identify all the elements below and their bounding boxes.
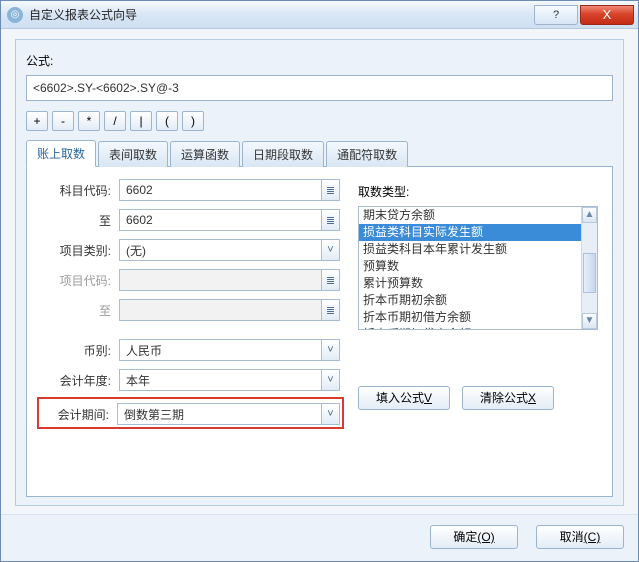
menu-icon[interactable]: ≣ (321, 210, 339, 230)
operator-button-1[interactable]: - (52, 111, 74, 131)
dialog-window: ◎ 自定义报表公式向导 ? X 公式: <6602>.SY-<6602>.SY@… (0, 0, 639, 562)
list-item[interactable]: 期末贷方余额 (359, 207, 597, 224)
content-area: 公式: <6602>.SY-<6602>.SY@-3 +-*/|() 账上取数表… (1, 29, 638, 514)
list-item[interactable]: 折本币期初贷方余额 (359, 326, 597, 330)
chevron-down-icon[interactable]: ˅ (321, 340, 339, 360)
pick-type-listbox[interactable]: 期末贷方余额损益类科目实际发生额损益类科目本年累计发生额预算数累计预算数折本币期… (358, 206, 598, 330)
subject_code-input[interactable]: 6602≣ (119, 179, 340, 201)
tab-body: 科目代码:6602≣至6602≣项目类别:(无)˅项目代码:≣至≣币别:人民币˅… (26, 167, 613, 497)
scroll-track[interactable] (582, 223, 597, 313)
fiscal_period-input[interactable]: 倒数第三期˅ (117, 403, 340, 425)
form-column: 科目代码:6602≣至6602≣项目类别:(无)˅项目代码:≣至≣币别:人民币˅… (41, 179, 340, 484)
item_type-label: 项目类别: (41, 242, 111, 259)
list-item[interactable]: 折本币期初余额 (359, 292, 597, 309)
list-item[interactable]: 折本币期初借方余额 (359, 309, 597, 326)
scrollbar[interactable]: ▲ ▼ (581, 207, 597, 329)
fiscal_period-value: 倒数第三期 (124, 406, 321, 423)
scroll-down-arrow[interactable]: ▼ (582, 313, 597, 329)
subject_code-value: 6602 (126, 183, 321, 197)
menu-icon: ≣ (321, 270, 339, 290)
formula-label: 公式: (26, 52, 613, 69)
form-row-fiscal_year: 会计年度: 本年˅ (41, 369, 340, 391)
item_code-input: ≣ (119, 269, 340, 291)
currency-value: 人民币 (126, 342, 321, 359)
form-row-item_to: 至≣ (41, 299, 340, 321)
fiscal_year-value: 本年 (126, 372, 321, 389)
tab-strip: 账上取数表间取数运算函数日期段取数通配符取数 (26, 139, 613, 167)
list-item[interactable]: 损益类科目实际发生额 (359, 224, 597, 241)
tab-t3[interactable]: 运算函数 (170, 141, 240, 167)
cancel-button[interactable]: 取消(C) (536, 525, 624, 549)
currency-input[interactable]: 人民币˅ (119, 339, 340, 361)
operator-button-4[interactable]: | (130, 111, 152, 131)
item_type-value: (无) (126, 242, 321, 259)
subject_to-value: 6602 (126, 213, 321, 227)
app-icon: ◎ (7, 7, 23, 23)
tab-t2[interactable]: 表间取数 (98, 141, 168, 167)
chevron-down-icon[interactable]: ˅ (321, 404, 339, 424)
tab-t5[interactable]: 通配符取数 (326, 141, 408, 167)
insert-formula-button[interactable]: 填入公式V (358, 386, 450, 410)
item_type-input[interactable]: (无)˅ (119, 239, 340, 261)
formula-input[interactable]: <6602>.SY-<6602>.SY@-3 (26, 75, 613, 101)
form-row-item_code: 项目代码: ≣ (41, 269, 340, 291)
close-button[interactable]: X (580, 5, 634, 25)
scroll-thumb[interactable] (583, 253, 596, 293)
tab-t1[interactable]: 账上取数 (26, 140, 96, 167)
form-row-item_type: 项目类别: (无)˅ (41, 239, 340, 261)
operator-button-3[interactable]: / (104, 111, 126, 131)
list-item[interactable]: 预算数 (359, 258, 597, 275)
chevron-down-icon[interactable]: ˅ (321, 370, 339, 390)
item_to-label: 至 (41, 302, 111, 319)
operator-row: +-*/|() (26, 111, 613, 131)
fiscal_year-label: 会计年度: (41, 372, 111, 389)
list-column: 取数类型: 期末贷方余额损益类科目实际发生额损益类科目本年累计发生额预算数累计预… (358, 179, 598, 484)
clear-formula-button[interactable]: 清除公式X (462, 386, 554, 410)
main-panel: 公式: <6602>.SY-<6602>.SY@-3 +-*/|() 账上取数表… (15, 39, 624, 506)
list-item[interactable]: 累计预算数 (359, 275, 597, 292)
item_code-label: 项目代码: (41, 272, 111, 289)
operator-button-6[interactable]: ) (182, 111, 204, 131)
form-row-currency: 币别: 人民币˅ (41, 339, 340, 361)
fiscal_year-input[interactable]: 本年˅ (119, 369, 340, 391)
currency-label: 币别: (41, 342, 111, 359)
scroll-up-arrow[interactable]: ▲ (582, 207, 597, 223)
fiscal_period-label: 会计期间: (39, 406, 109, 423)
subject_to-label: 至 (41, 212, 111, 229)
item_to-input: ≣ (119, 299, 340, 321)
operator-button-2[interactable]: * (78, 111, 100, 131)
form-row-subject_to: 至 6602≣ (41, 209, 340, 231)
formula-buttons: 填入公式V 清除公式X (358, 386, 598, 410)
list-item[interactable]: 损益类科目本年累计发生额 (359, 241, 597, 258)
subject_to-input[interactable]: 6602≣ (119, 209, 340, 231)
pick-label: 取数类型: (358, 183, 598, 200)
operator-button-5[interactable]: ( (156, 111, 178, 131)
operator-button-0[interactable]: + (26, 111, 48, 131)
ok-button[interactable]: 确定(O) (430, 525, 518, 549)
dialog-footer: 确定(O) 取消(C) (1, 514, 638, 561)
menu-icon[interactable]: ≣ (321, 180, 339, 200)
form-row-fiscal_period: 会计期间: 倒数第三期˅ (37, 397, 344, 429)
form-row-subject_code: 科目代码: 6602≣ (41, 179, 340, 201)
help-button[interactable]: ? (534, 5, 578, 25)
chevron-down-icon[interactable]: ˅ (321, 240, 339, 260)
menu-icon: ≣ (321, 300, 339, 320)
subject_code-label: 科目代码: (41, 182, 111, 199)
titlebar: ◎ 自定义报表公式向导 ? X (1, 1, 638, 29)
tab-t4[interactable]: 日期段取数 (242, 141, 324, 167)
window-title: 自定义报表公式向导 (29, 6, 534, 23)
